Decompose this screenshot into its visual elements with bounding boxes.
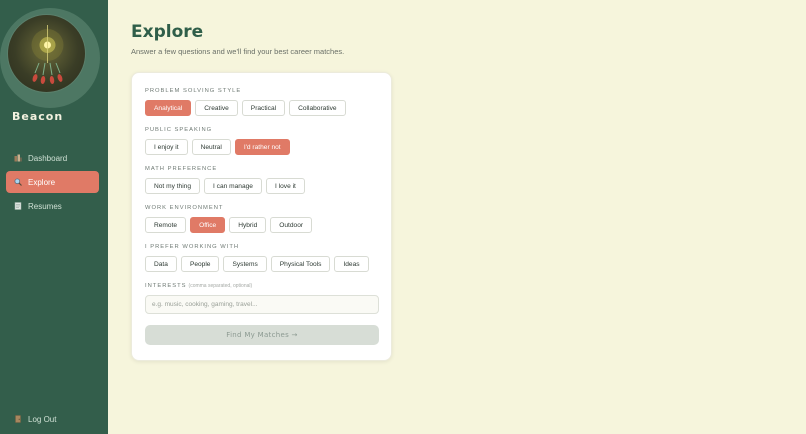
interests-hint: (comma separated, optional): [188, 283, 253, 289]
interests-label: Interests: [145, 283, 187, 289]
option-outdoor[interactable]: Outdoor: [270, 217, 313, 233]
option-ideas[interactable]: Ideas: [334, 256, 369, 272]
nav-dashboard-label: Dashboard: [28, 153, 68, 163]
options-working-with: Data People Systems Physical Tools Ideas: [145, 256, 369, 272]
section-label-working-with: I Prefer Working With: [145, 244, 240, 250]
section-label-public-speaking: Public Speaking: [145, 127, 213, 133]
find-matches-button[interactable]: Find My Matches →: [145, 325, 379, 345]
nav-dashboard[interactable]: Dashboard: [6, 147, 99, 169]
nav-explore[interactable]: Explore: [6, 171, 99, 193]
option-data[interactable]: Data: [145, 256, 177, 272]
option-physical-tools[interactable]: Physical Tools: [270, 256, 331, 272]
option-systems[interactable]: Systems: [223, 256, 267, 272]
section-label-work-environment: Work Environment: [145, 205, 224, 211]
option-remote[interactable]: Remote: [145, 217, 187, 233]
option-collaborative[interactable]: Collaborative: [289, 100, 346, 116]
questionnaire-card: Problem Solving Style Analytical Creativ…: [131, 72, 392, 361]
options-work-environment: Remote Office Hybrid Outdoor: [145, 217, 313, 233]
page-title: Explore: [131, 22, 204, 42]
options-public-speaking: I enjoy it Neutral I'd rather not: [145, 139, 290, 155]
lighthouse-icon: [31, 25, 64, 84]
option-enjoy-it[interactable]: I enjoy it: [145, 139, 188, 155]
brand-name: Beacon: [12, 110, 64, 123]
option-office[interactable]: Office: [190, 217, 226, 233]
option-love-it[interactable]: I love it: [265, 178, 305, 194]
option-people[interactable]: People: [180, 256, 220, 272]
option-can-manage[interactable]: I can manage: [204, 178, 262, 194]
nav-explore-label: Explore: [28, 177, 56, 187]
search-icon: [14, 178, 22, 186]
dashboard-icon: [14, 154, 22, 162]
options-math: Not my thing I can manage I love it: [145, 178, 305, 194]
option-rather-not[interactable]: I'd rather not: [234, 139, 290, 155]
options-problem-solving: Analytical Creative Practical Collaborat…: [145, 100, 346, 116]
option-not-my-thing[interactable]: Not my thing: [145, 178, 201, 194]
option-analytical[interactable]: Analytical: [145, 100, 192, 116]
section-label-math: Math Preference: [145, 166, 218, 172]
section-label-interests: Interests (comma separated, optional): [145, 283, 252, 289]
logout-icon: [15, 415, 21, 423]
nav-logout[interactable]: Log Out: [6, 408, 99, 430]
option-neutral[interactable]: Neutral: [191, 139, 231, 155]
option-hybrid[interactable]: Hybrid: [229, 217, 267, 233]
nav-resumes-label: Resumes: [28, 201, 62, 211]
page-subtitle: Answer a few questions and we'll find yo…: [131, 47, 345, 56]
option-creative[interactable]: Creative: [195, 100, 238, 116]
document-icon: [14, 202, 22, 210]
beacon-logo: [7, 14, 86, 93]
option-practical[interactable]: Practical: [241, 100, 286, 116]
nav-logout-label: Log Out: [28, 414, 57, 424]
nav-resumes[interactable]: Resumes: [6, 195, 99, 217]
sidebar: Beacon Dashboard Explore Resumes Log Out: [0, 0, 108, 434]
interests-input[interactable]: [145, 295, 379, 314]
section-label-problem-solving: Problem Solving Style: [145, 88, 242, 94]
